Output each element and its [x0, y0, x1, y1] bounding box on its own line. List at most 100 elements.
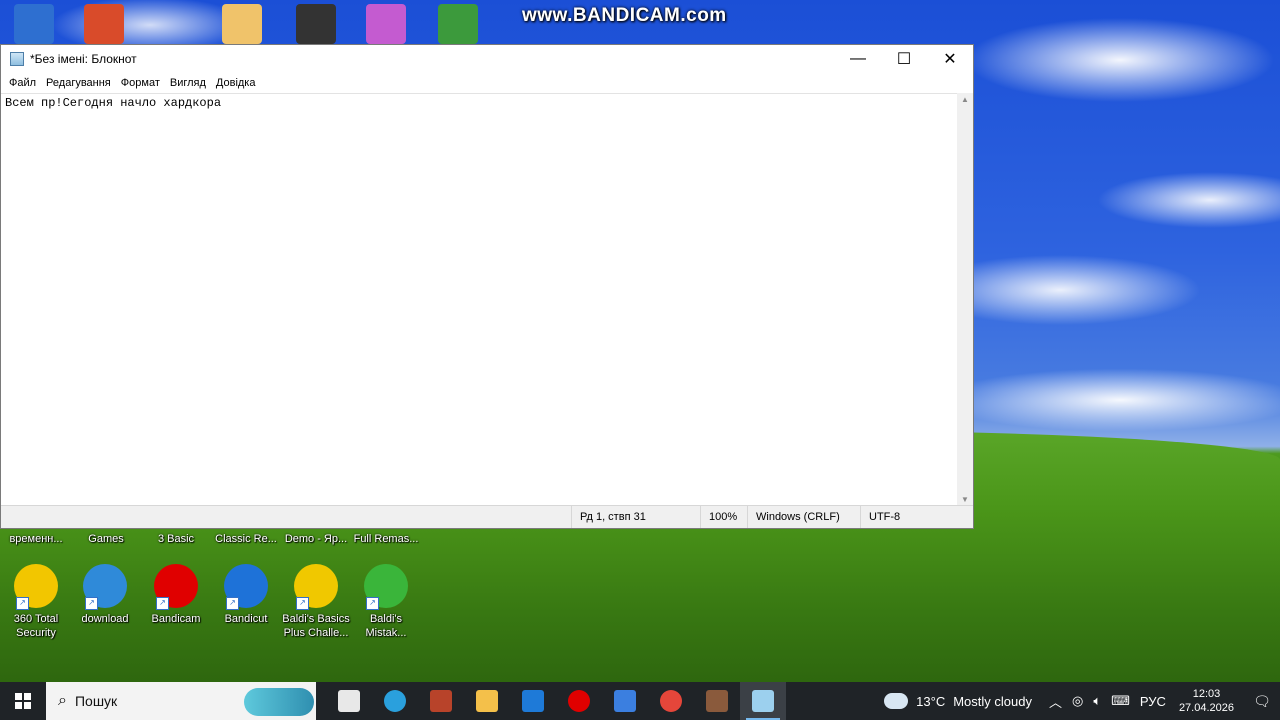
menu-view[interactable]: Вигляд [165, 77, 211, 89]
network-icon[interactable]: ◎ [1072, 693, 1083, 709]
desktop-icon[interactable]: ↗ Baldi's Mistak... [350, 564, 422, 640]
weather-condition: Mostly cloudy [953, 693, 1032, 709]
clock[interactable]: 12:03 27.04.2026 [1179, 687, 1234, 715]
shortcut-arrow-icon: ↗ [296, 597, 309, 610]
menu-help[interactable]: Довідка [211, 77, 261, 89]
taskbar-app-bandicam[interactable] [556, 682, 602, 720]
shortcut-arrow-icon: ↗ [156, 597, 169, 610]
window-title: *Без імені: Блокнот [30, 52, 137, 66]
menu-format[interactable]: Формат [116, 77, 165, 89]
shortcut-arrow-icon: ↗ [366, 597, 379, 610]
folder-icon [476, 690, 498, 712]
bandicam-icon [568, 690, 590, 712]
search-icon: ⌕ [58, 692, 67, 709]
desktop-icon[interactable]: ↗ download [69, 564, 141, 626]
character-icon[interactable] [366, 4, 406, 44]
clock-date: 27.04.2026 [1178, 702, 1234, 714]
weather-widget[interactable]: 13°C Mostly cloudy [880, 687, 1032, 709]
weather-temp: 13°C [916, 693, 946, 709]
desktop-icon[interactable]: ↗ 360 Total Security [0, 564, 72, 640]
shortcut-arrow-icon: ↗ [226, 597, 239, 610]
taskbar-app-store[interactable] [326, 682, 372, 720]
film-icon: ↗ [224, 564, 268, 610]
door-icon[interactable] [222, 4, 262, 44]
search-placeholder: Пошук [74, 693, 118, 709]
desktop-icon-label-partial[interactable]: Full Remas... [350, 533, 422, 545]
bandicam-watermark: www.BANDICAM.com [522, 5, 727, 26]
notepad-icon [752, 690, 774, 712]
title-bar[interactable]: *Без імені: Блокнот — ☐ ✕ [1, 45, 973, 73]
desktop-icon[interactable]: ↗ Bandicut [210, 564, 282, 626]
status-position: Рд 1, ствп 31 [571, 506, 700, 528]
notification-icon[interactable]: 🗨︎ [1244, 682, 1280, 720]
desktop-icon-label: Bandicam [151, 613, 201, 625]
baldi-green-icon: ↗ [364, 564, 408, 610]
menu-edit[interactable]: Редагування [41, 77, 116, 89]
taskbar-app-folder[interactable] [464, 682, 510, 720]
mail-icon [522, 690, 544, 712]
store-icon [338, 690, 360, 712]
scroll-up-icon[interactable]: ▲ [957, 93, 973, 107]
unity-icon[interactable] [296, 4, 336, 44]
desktop-icon-label-partial[interactable]: Demo - Яр... [280, 533, 352, 545]
taskbar-app-edge[interactable] [372, 682, 418, 720]
desktop-icon[interactable]: ↗ Baldi's Basics Plus Challe... [280, 564, 352, 640]
keyboard-icon[interactable]: ⌨ [1111, 693, 1130, 709]
vertical-scrollbar[interactable]: ▲ ▼ [957, 93, 973, 507]
taskbar-app-mail[interactable] [510, 682, 556, 720]
game-icon[interactable] [438, 4, 478, 44]
record-icon: ↗ [154, 564, 198, 610]
close-button[interactable]: ✕ [927, 45, 973, 73]
volume-icon[interactable]: 🔈︎ [1093, 693, 1101, 709]
taskbar-search[interactable]: ⌕ Пошук [46, 682, 316, 720]
editor-textarea[interactable]: Всем пр!Сегодня начло хардкора [1, 94, 958, 508]
taskbar: ⌕ Пошук 13°C Mostly cloudy ︿ ◎ 🔈︎ ⌨ РУС … [0, 682, 1280, 720]
shortcut-arrow-icon: ↗ [85, 597, 98, 610]
plus-shield-icon: ↗ [14, 564, 58, 610]
desktop-icon[interactable]: ↗ Bandicam [140, 564, 212, 626]
taskbar-app-wot[interactable] [418, 682, 464, 720]
notepad-icon [10, 52, 24, 66]
minecraft-icon [706, 690, 728, 712]
desktop-icon-label: 360 Total Security [13, 613, 59, 639]
desktop-icon-label-partial[interactable]: 3 Basic [140, 533, 212, 545]
taskbar-app-chrome[interactable] [648, 682, 694, 720]
wot-icon [430, 690, 452, 712]
notepad-window: *Без імені: Блокнот — ☐ ✕ Файл Редагуван… [0, 44, 974, 529]
weather-cloud-icon [880, 687, 909, 709]
taskbar-app-notepad[interactable] [740, 682, 786, 720]
system-tray: 13°C Mostly cloudy ︿ ◎ 🔈︎ ⌨ РУС 12:03 27… [880, 682, 1280, 720]
desktop-icon-label: download [81, 613, 129, 625]
menu-file[interactable]: Файл [4, 77, 41, 89]
status-encoding: UTF-8 [860, 506, 972, 528]
maximize-button[interactable]: ☐ [881, 45, 927, 73]
desktop-icon-label: Bandicut [224, 613, 268, 625]
text-editor[interactable]: Всем пр!Сегодня начло хардкора [1, 93, 958, 508]
edge-icon [384, 690, 406, 712]
minimize-button[interactable]: — [835, 45, 881, 73]
status-zoom: 100% [700, 506, 747, 528]
avg-icon[interactable] [84, 4, 124, 44]
clock-time: 12:03 [1192, 688, 1221, 700]
status-line-endings: Windows (CRLF) [747, 506, 860, 528]
taskbar-apps [326, 682, 786, 720]
desktop-icon-label-partial[interactable]: Games [70, 533, 142, 545]
shortcut-arrow-icon: ↗ [16, 597, 29, 610]
desktop-icon-label: Baldi's Basics Plus Challe... [282, 613, 350, 639]
start-button[interactable] [0, 682, 46, 720]
taskbar-app-window-app[interactable] [602, 682, 648, 720]
menu-bar: Файл Редагування Формат Вигляд Довідка [1, 73, 973, 93]
language-indicator[interactable]: РУС [1140, 694, 1166, 709]
taskbar-app-minecraft[interactable] [694, 682, 740, 720]
search-highlight-image [244, 688, 314, 716]
desktop-icon-label-partial[interactable]: временн... [0, 533, 72, 545]
baldi-icon: ↗ [294, 564, 338, 610]
chevron-up-icon[interactable]: ︿ [1049, 692, 1062, 711]
chrome-icon [660, 690, 682, 712]
desktop-icon-label-partial[interactable]: Classic Re... [210, 533, 282, 545]
status-bar: Рд 1, ствп 31 100% Windows (CRLF) UTF-8 [1, 505, 973, 528]
window-app-icon [614, 690, 636, 712]
globe-icon: ↗ [83, 564, 127, 610]
windows-logo-icon [15, 693, 31, 709]
window-app-icon[interactable] [14, 4, 54, 44]
